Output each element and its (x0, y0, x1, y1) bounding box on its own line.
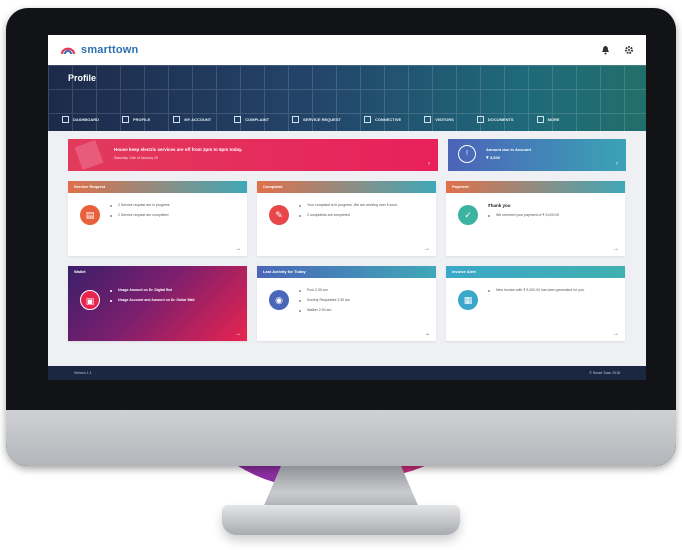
arrow-right-icon[interactable]: → (235, 331, 241, 337)
footer: Version 1.1 © Smart Town 2018 (48, 366, 646, 380)
brand-name: smarttown (81, 44, 139, 56)
connect-icon (363, 115, 371, 123)
nav-item-documents[interactable]: DOCUMENTS (476, 115, 514, 123)
nav-item-label: MORE (547, 116, 560, 122)
nav-item-complaint[interactable]: COMPLAINT (234, 115, 270, 123)
card-line: Usage Account and Amount on Dr. Dollar W… (110, 298, 235, 303)
payment-card[interactable]: Payment ✓ Thank you We received your pay… (446, 181, 625, 256)
nav-item-label: DOCUMENTS (487, 116, 514, 122)
card-heading: Thank you (488, 203, 613, 208)
main-nav: DASHBOARD PROFILE MY ACCOUNT COMPLAINT S… (48, 107, 646, 131)
complaint-card[interactable]: Complaint ✎ Your complaint is in progres… (257, 181, 436, 256)
arrow-right-icon[interactable]: → (613, 246, 619, 252)
nav-item-label: DASHBOARD (73, 116, 99, 122)
invoice-alert-card[interactable]: Invoice Alert ▦ New Invoice with ₹ 5,000… (446, 266, 625, 341)
complaint-icon: ✎ (269, 205, 289, 225)
more-icon (536, 115, 544, 123)
card-title: Complaint (257, 181, 436, 193)
nav-item-my-account[interactable]: MY ACCOUNT (173, 115, 212, 123)
service-request-card[interactable]: Service Request ▤ 2 Service request are … (68, 181, 247, 256)
nav-item-label: VISITORS (435, 116, 454, 122)
card-title: Last Activity for Today (257, 266, 436, 278)
card-title: Service Request (68, 181, 247, 193)
invoice-icon: ▦ (458, 290, 478, 310)
account-due-card[interactable]: ! Amount due in Account ₹ 3,000 › (448, 139, 626, 171)
announcement-message: House keep electric services are off fro… (114, 147, 243, 152)
wallet-icon: ▣ (80, 290, 100, 310)
card-line: 2 Service request are in progress (110, 203, 235, 208)
card-title: Wallet (74, 269, 86, 274)
check-icon: ✓ (458, 205, 478, 225)
building-icon (173, 115, 181, 123)
copyright-text: © Smart Town 2018 (589, 371, 620, 375)
card-line: New Invoice with ₹ 5,000.00 has been gen… (488, 288, 613, 293)
gear-icon[interactable] (624, 45, 634, 55)
visitor-icon (424, 115, 432, 123)
nav-item-connective[interactable]: CONNECTIVE (363, 115, 402, 123)
monitor-chin (6, 410, 676, 466)
service-request-icon: ▤ (80, 205, 100, 225)
monitor-stand-base (222, 505, 460, 535)
car-icon: ◉ (269, 290, 289, 310)
last-activity-card[interactable]: Last Activity for Today ◉ Pool 2:30 am S… (257, 266, 436, 341)
nav-item-label: COMPLAINT (245, 116, 270, 122)
complaint-icon (234, 115, 242, 123)
card-line: Your complaint is in progress. We are wo… (299, 203, 424, 208)
app-screen: smarttown Profile DASHBOARD PROFILE MY A… (48, 35, 646, 380)
arrow-right-icon[interactable]: › (616, 161, 618, 167)
card-line: Usage Amount on Dr. Digital Bot (110, 288, 235, 293)
account-label: Amount due in Account (486, 147, 531, 152)
dashboard-content: House keep electric services are off fro… (68, 139, 626, 351)
nav-item-service-request[interactable]: SERVICE REQUEST (292, 115, 341, 123)
profile-header: Profile DASHBOARD PROFILE MY ACCOUNT COM… (48, 65, 646, 131)
card-line: We received your payment of ₹ 5,000.00 (488, 213, 613, 218)
account-amount: ₹ 3,000 (486, 155, 500, 160)
wallet-card[interactable]: Wallet ▣ Usage Amount on Dr. Digital Bot… (68, 266, 247, 341)
bell-icon[interactable] (600, 45, 610, 55)
nav-item-label: CONNECTIVE (374, 116, 402, 122)
card-line: Society Requested 2:30 am (299, 298, 424, 303)
arrow-right-icon[interactable]: → (424, 246, 430, 252)
card-line: 2 complaints are completed (299, 213, 424, 218)
card-line: Walker 2:30 am (299, 308, 424, 313)
page-title: Profile (68, 73, 97, 83)
arrow-right-icon[interactable]: → (235, 246, 241, 252)
nav-item-profile[interactable]: PROFILE (122, 115, 151, 123)
card-title: Payment (446, 181, 625, 193)
info-icon: ! (458, 145, 476, 163)
announcement-icon (74, 139, 104, 171)
announcement-date: Saturday 14th of January 20 (114, 156, 158, 160)
dashboard-icon (62, 115, 69, 123)
card-line: 2 Service request are completed (110, 213, 235, 218)
nav-item-label: PROFILE (133, 116, 151, 122)
nav-item-dashboard[interactable]: DASHBOARD (62, 115, 99, 123)
nav-item-visitors[interactable]: VISITORS (424, 115, 454, 123)
nav-item-more[interactable]: MORE (536, 115, 560, 123)
announcement-banner[interactable]: House keep electric services are off fro… (68, 139, 438, 171)
version-text: Version 1.1 (74, 371, 92, 375)
top-bar: smarttown (48, 35, 646, 65)
arrow-right-icon[interactable]: › (428, 161, 430, 167)
monitor-stand-neck (262, 466, 420, 510)
user-icon (122, 115, 129, 123)
nav-item-label: MY ACCOUNT (184, 116, 212, 122)
chevron-down-icon[interactable]: ⌄ (425, 330, 430, 337)
card-line: Pool 2:30 am (299, 288, 424, 293)
card-title: Invoice Alert (446, 266, 625, 278)
document-icon (476, 115, 484, 123)
nav-item-label: SERVICE REQUEST (303, 116, 341, 122)
service-icon (292, 115, 300, 123)
arrow-right-icon[interactable]: → (613, 331, 619, 337)
logo-icon (60, 47, 76, 55)
